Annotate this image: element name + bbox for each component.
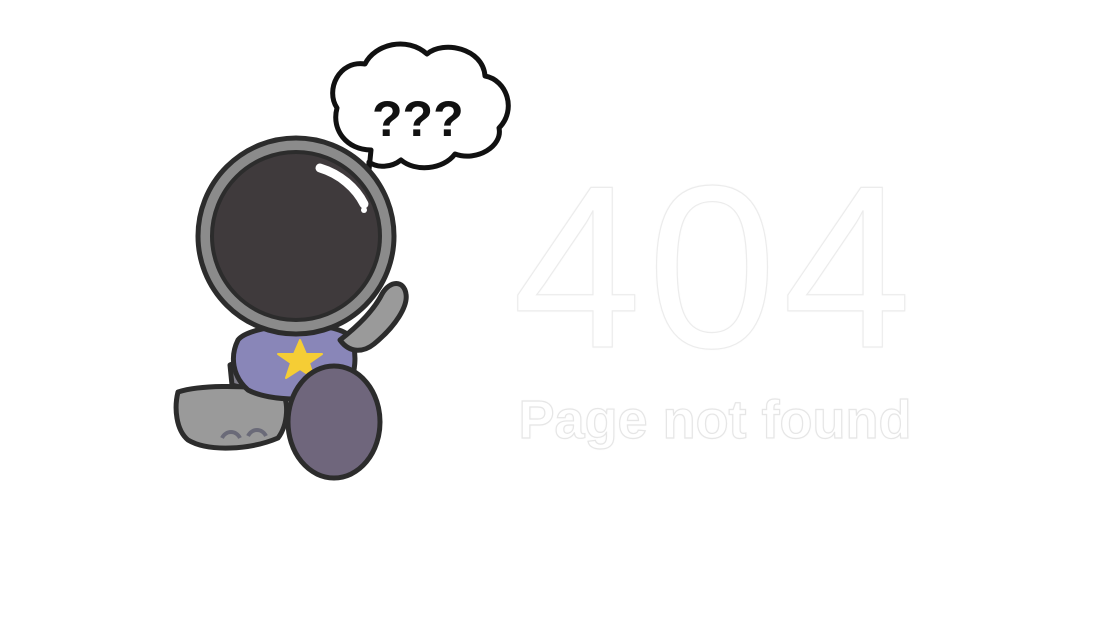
- astronaut-helmet: [195, 135, 397, 337]
- bubble-text: ???: [372, 91, 464, 147]
- error-block: 404 Page not found: [500, 138, 930, 468]
- astronaut-boot: [285, 363, 383, 481]
- error-code: 404: [512, 138, 918, 397]
- error-message: Page not found: [518, 389, 912, 450]
- not-found-page: ??? 404 Page not found: [0, 0, 1100, 619]
